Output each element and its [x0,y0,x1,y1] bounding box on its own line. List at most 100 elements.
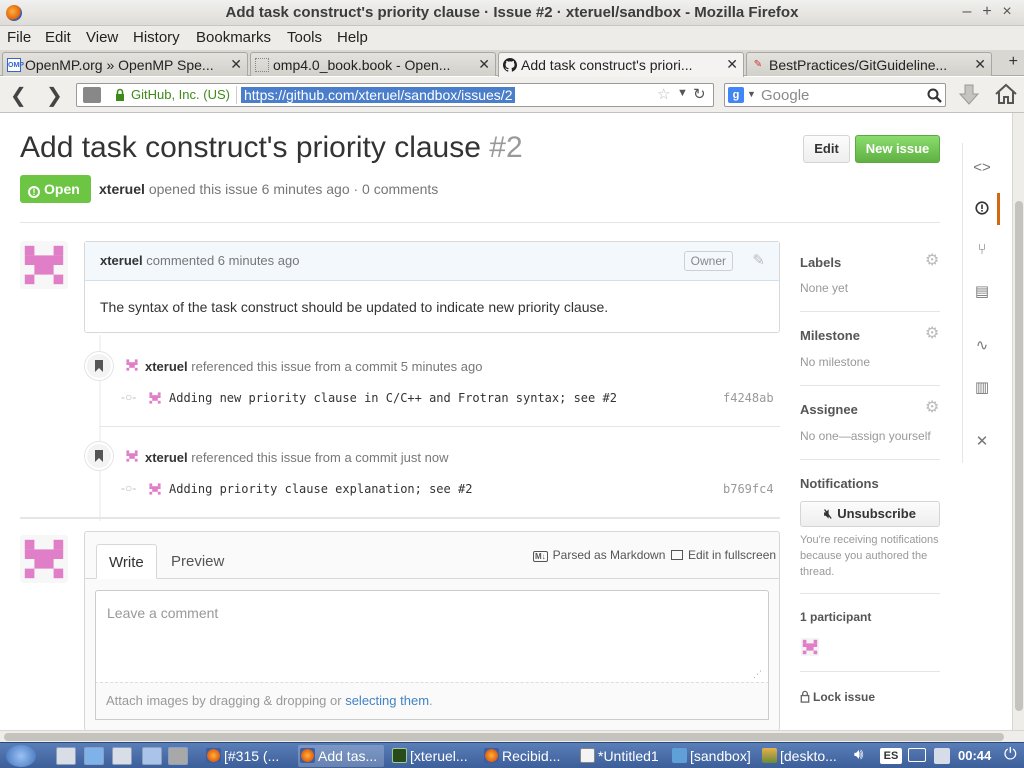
fullscreen-link[interactable]: Edit in fullscreen [671,548,776,562]
new-issue-button[interactable]: New issue [855,135,940,163]
network-icon[interactable] [934,748,950,764]
keyboard-layout-indicator[interactable]: ES [880,748,902,764]
event-author-link[interactable]: xteruel [145,450,188,465]
reload-icon[interactable]: ↻ [693,85,706,103]
milestone-gear-icon[interactable]: ⚙ [925,326,941,342]
keyboard-icon[interactable] [908,748,926,762]
tab-close-icon[interactable]: ✕ [974,56,986,73]
commit-message-link[interactable]: Adding priority clause explanation; see … [169,482,472,496]
small-avatar[interactable] [148,391,162,405]
tab-close-icon[interactable]: ✕ [230,56,242,73]
url-text[interactable]: https://github.com/xteruel/sandbox/issue… [241,87,516,103]
menu-view[interactable]: View [86,29,118,46]
taskbar-app[interactable]: Add tas... [298,745,384,767]
menu-history[interactable]: History [133,29,180,46]
avatar[interactable] [20,241,68,289]
menu-tools[interactable]: Tools [287,29,322,46]
start-menu-icon[interactable] [6,745,36,767]
site-identity[interactable]: GitHub, Inc. (US) [111,86,237,104]
tab-bestpractices[interactable]: ✎ BestPractices/GitGuideline... ✕ [746,52,992,76]
home-icon[interactable] [994,83,1018,105]
tab-label: Add task construct's priori... [521,57,693,73]
comment-textarea[interactable]: Leave a comment ⋰ [95,590,769,682]
power-icon[interactable]: ⏻ [1004,746,1017,764]
minimize-button[interactable]: – [958,3,976,21]
browser-launcher-icon[interactable] [112,747,132,765]
vertical-scrollbar[interactable] [1012,113,1024,730]
comment-author-link[interactable]: xteruel [100,253,143,268]
download-icon[interactable] [958,83,980,107]
menu-edit[interactable]: Edit [45,29,71,46]
bookmark-star-icon[interactable]: ☆ [657,85,670,103]
horizontal-scrollbar[interactable] [0,730,1024,742]
tab-github-issue[interactable]: Add task construct's priori... ✕ [498,52,744,77]
assignee-gear-icon[interactable]: ⚙ [925,400,941,416]
participant-avatar[interactable] [801,638,819,656]
page-info-icon[interactable] [83,87,101,103]
taskbar-app[interactable]: Recibid... [482,745,572,767]
tab-openmp[interactable]: OMP OpenMP.org » OpenMP Spe... ✕ [2,52,248,76]
search-engine-dropdown-icon[interactable]: ▼ [747,89,756,99]
vertical-scroll-thumb[interactable] [1015,201,1023,711]
pencil-icon[interactable]: ✎ [752,251,765,269]
commit-message-link[interactable]: Adding new priority clause in C/C++ and … [169,391,617,405]
commit-sha-link[interactable]: f4248ab [723,391,774,405]
clock[interactable]: 00:44 [958,748,991,763]
maximize-button[interactable]: + [978,3,996,21]
attach-dropzone[interactable]: Attach images by dragging & dropping or … [95,682,769,720]
menu-bookmarks[interactable]: Bookmarks [196,29,271,46]
tab-preview[interactable]: Preview [159,544,236,579]
code-icon[interactable]: <> [971,157,993,179]
settings-tools-icon[interactable]: ✕ [971,431,993,453]
avatar[interactable] [20,535,68,583]
unsubscribe-button[interactable]: 🔇︎ Unsubscribe [800,501,940,527]
menu-file[interactable]: File [7,29,31,46]
markdown-hint[interactable]: M↓ Parsed as Markdown [533,548,665,562]
taskbar-app[interactable]: *Untitled1 [578,745,666,767]
dropdown-arrow-icon[interactable]: ▼ [677,87,688,99]
assignee-value[interactable]: No one—assign yourself [800,429,931,443]
google-icon[interactable]: g [728,87,744,103]
divider [800,459,940,460]
pulse-icon[interactable]: ∿ [971,335,993,357]
horizontal-scroll-thumb[interactable] [4,733,1004,741]
taskbar-app[interactable]: [#315 (... [204,745,296,767]
small-avatar[interactable] [125,358,139,372]
pull-request-icon[interactable]: ⑂ [971,239,993,261]
workspace-2-icon[interactable] [168,747,188,765]
close-window-button[interactable]: × [998,3,1016,21]
search-bar[interactable]: g ▼ Google [724,83,946,107]
workspace-1-icon[interactable] [142,747,162,765]
issues-icon[interactable] [971,197,993,219]
show-desktop-icon[interactable] [56,747,76,765]
url-bar[interactable]: GitHub, Inc. (US) https://github.com/xte… [76,83,714,107]
volume-icon[interactable]: 🔊︎ [854,746,863,763]
event-author-link[interactable]: xteruel [145,359,188,374]
forward-icon[interactable]: ❯ [46,83,63,108]
small-avatar[interactable] [125,449,139,463]
taskbar-app[interactable]: [sandbox] [670,745,756,767]
issue-author-link[interactable]: xteruel [99,181,145,197]
new-tab-button[interactable]: + [1009,53,1018,71]
menu-help[interactable]: Help [337,29,368,46]
commit-sha-link[interactable]: b769fc4 [723,482,774,496]
comment-placeholder: Leave a comment [107,605,219,621]
tab-omp-book[interactable]: omp4.0_book.book - Open... ✕ [250,52,496,76]
tab-write[interactable]: Write [96,544,157,579]
graphs-icon[interactable]: ▥ [971,377,993,399]
tab-close-icon[interactable]: ✕ [726,56,738,73]
wiki-book-icon[interactable]: ▤ [971,281,993,303]
search-icon[interactable] [927,88,942,103]
select-files-link[interactable]: selecting them [345,693,429,708]
taskbar: [#315 (... Add tas... [xteruel... Recibi… [0,742,1024,768]
taskbar-app[interactable]: [deskto... [760,745,848,767]
resize-handle-icon[interactable]: ⋰ [753,669,762,680]
lock-issue-link[interactable]: Lock issue [800,690,875,704]
edit-button[interactable]: Edit [803,135,850,163]
taskbar-app[interactable]: [xteruel... [390,745,480,767]
file-manager-icon[interactable] [84,747,104,765]
tab-close-icon[interactable]: ✕ [478,56,490,73]
small-avatar[interactable] [148,482,162,496]
back-icon[interactable]: ❮ [10,83,27,108]
labels-gear-icon[interactable]: ⚙ [925,253,941,269]
